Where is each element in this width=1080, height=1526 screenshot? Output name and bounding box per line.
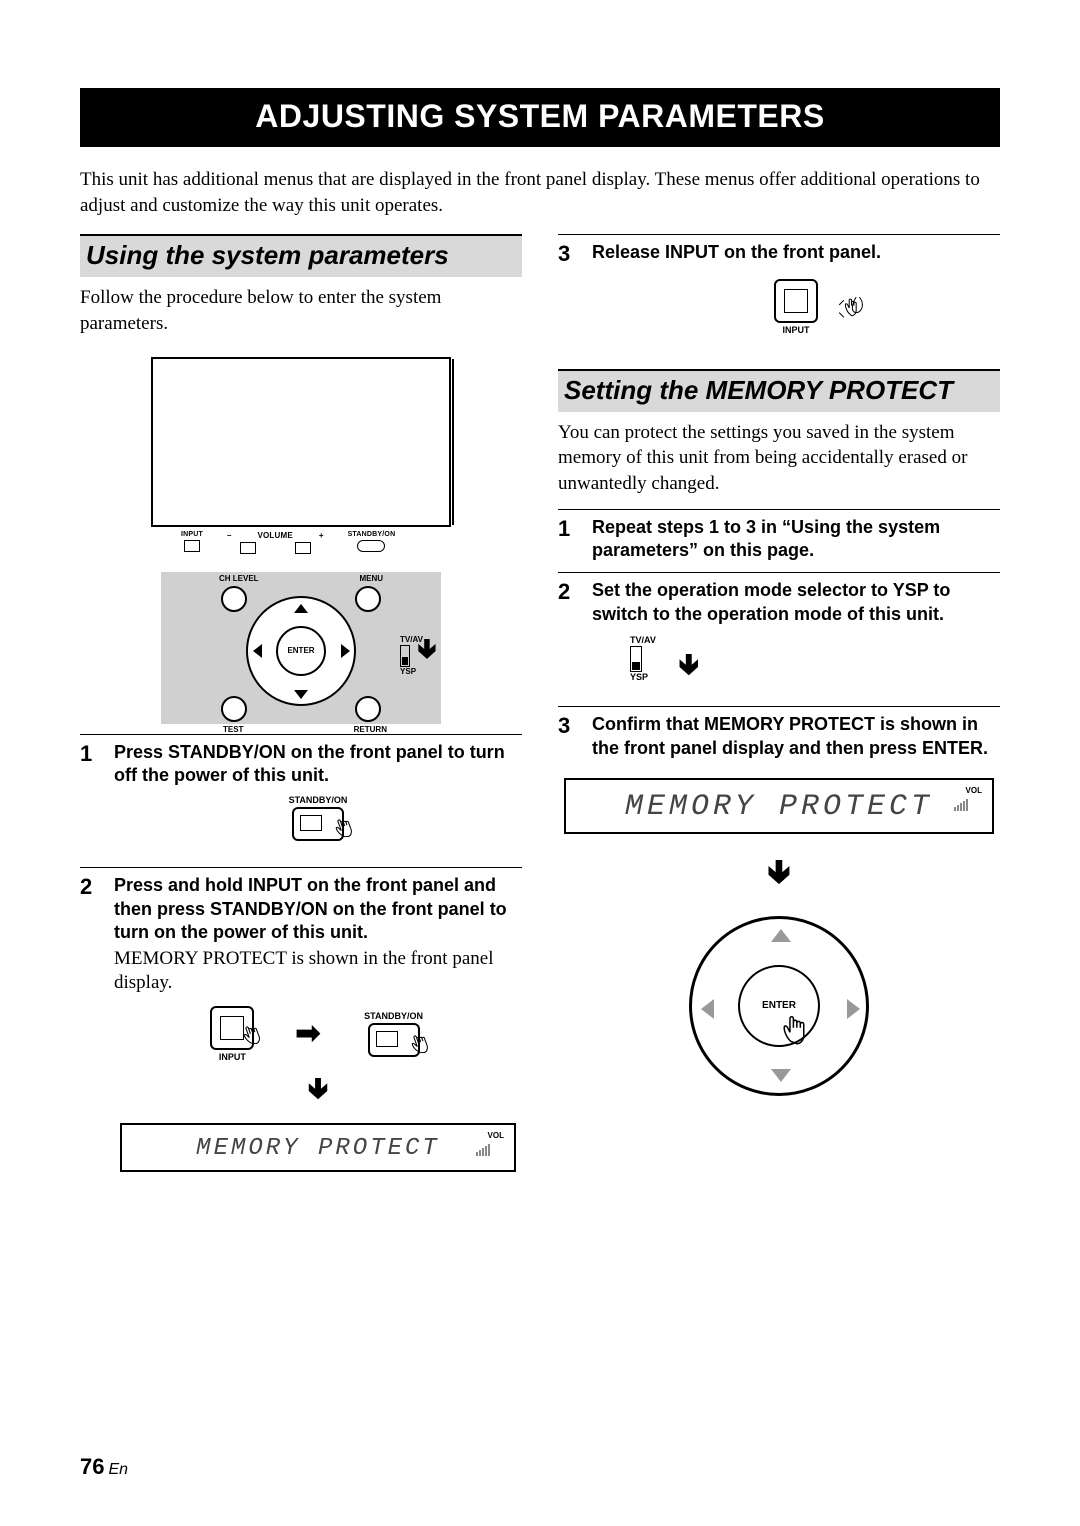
left-step-2: 2 Press and hold INPUT on the front pane… [80, 868, 522, 1186]
step-text: Confirm that MEMORY PROTECT is shown in … [592, 713, 1000, 760]
step-number: 1 [80, 741, 100, 858]
down-arrow-icon: 🢃 [558, 848, 1000, 905]
lcd-text: MEMORY PROTECT [580, 790, 978, 824]
standby-label: STANDBY/ON [263, 795, 373, 805]
section-memory-protect: Setting the MEMORY PROTECT [558, 369, 1000, 412]
input-label: INPUT [751, 325, 841, 335]
step-number: 3 [558, 713, 578, 760]
switch-label-tvav: TV/AV [630, 636, 720, 645]
down-arrow-icon: 🢃 [678, 642, 700, 693]
panel-label-input: INPUT [181, 531, 203, 538]
right-arrow-icon: ➡ [295, 1016, 320, 1051]
step-number: 1 [558, 516, 578, 563]
step-text: Press and hold INPUT on the front panel … [114, 874, 522, 944]
step-text: Release INPUT on the front panel. [592, 241, 1000, 264]
standby-button-diagram: STANDBY/ON [263, 795, 373, 841]
step-number: 3 [558, 241, 578, 358]
right-step-2: 2 Set the operation mode selector to YSP… [558, 573, 1000, 696]
left-step-1: 1 Press STANDBY/ON on the front panel to… [80, 735, 522, 858]
remote-label-chlevel: CH LEVEL [219, 574, 259, 583]
remote-label-enter: ENTER [287, 646, 314, 655]
step-text: Repeat steps 1 to 3 in “Using the system… [592, 516, 1000, 563]
standby-label: STANDBY/ON [339, 1011, 449, 1021]
step-number: 2 [80, 874, 100, 1186]
down-arrow-icon: 🢃 [114, 1066, 522, 1117]
lcd-display-big: VOL MEMORY PROTECT [564, 778, 994, 834]
enter-dpad-diagram: ENTER [679, 911, 879, 1101]
page-title: ADJUSTING SYSTEM PARAMETERS [80, 88, 1000, 147]
panel-label-standby: STANDBY/ON [348, 531, 396, 538]
page-lang: En [108, 1461, 128, 1478]
remote-label-test: TEST [223, 725, 243, 734]
page-number: 76En [80, 1454, 128, 1480]
input-release-diagram: INPUT [751, 279, 841, 335]
left-column: Using the system parameters Follow the p… [80, 234, 522, 1196]
lcd-vol-label: VOL [488, 1131, 504, 1140]
lcd-text: MEMORY PROTECT [136, 1135, 500, 1162]
step-text: Press STANDBY/ON on the front panel to t… [114, 741, 522, 788]
down-arrow-icon: 🢃 [417, 628, 437, 676]
switch-label-ysp: YSP [630, 673, 720, 682]
lcd-vol-label: VOL [966, 786, 982, 795]
remote-label-menu: MENU [359, 574, 383, 583]
page-number-value: 76 [80, 1454, 104, 1479]
right-step-1: 1 Repeat steps 1 to 3 in “Using the syst… [558, 510, 1000, 563]
step-subtext: MEMORY PROTECT is shown in the front pan… [114, 947, 522, 996]
intro-text: This unit has additional menus that are … [80, 167, 1000, 218]
lcd-display: VOL MEMORY PROTECT [120, 1123, 516, 1172]
release-hand-icon [833, 291, 867, 330]
step-number: 2 [558, 579, 578, 696]
step-text: Set the operation mode selector to YSP t… [592, 579, 1000, 626]
left-lead: Follow the procedure below to enter the … [80, 285, 522, 336]
right-step-3: 3 Confirm that MEMORY PROTECT is shown i… [558, 707, 1000, 760]
remote-illustration: CH LEVEL MENU ENTER TEST RETURN TV/AV YS… [161, 572, 441, 724]
remote-label-return: RETURN [354, 725, 387, 734]
panel-label-volume: VOLUME [257, 531, 292, 540]
press-hand-icon [775, 1007, 821, 1058]
right-column: 3 Release INPUT on the front panel. INPU… [558, 234, 1000, 1196]
press-hand-icon [325, 807, 368, 854]
right-lead: You can protect the settings you saved i… [558, 420, 1000, 497]
section-using-params: Using the system parameters [80, 234, 522, 277]
right-step-3-release: 3 Release INPUT on the front panel. INPU… [558, 235, 1000, 358]
two-button-diagram: INPUT ➡ STANDBY/ON [114, 1006, 522, 1062]
mode-switch-diagram: TV/AV YSP 🢃 [630, 636, 720, 682]
front-panel-illustration: INPUT –VOLUME+ STANDBY/ON [151, 357, 451, 554]
